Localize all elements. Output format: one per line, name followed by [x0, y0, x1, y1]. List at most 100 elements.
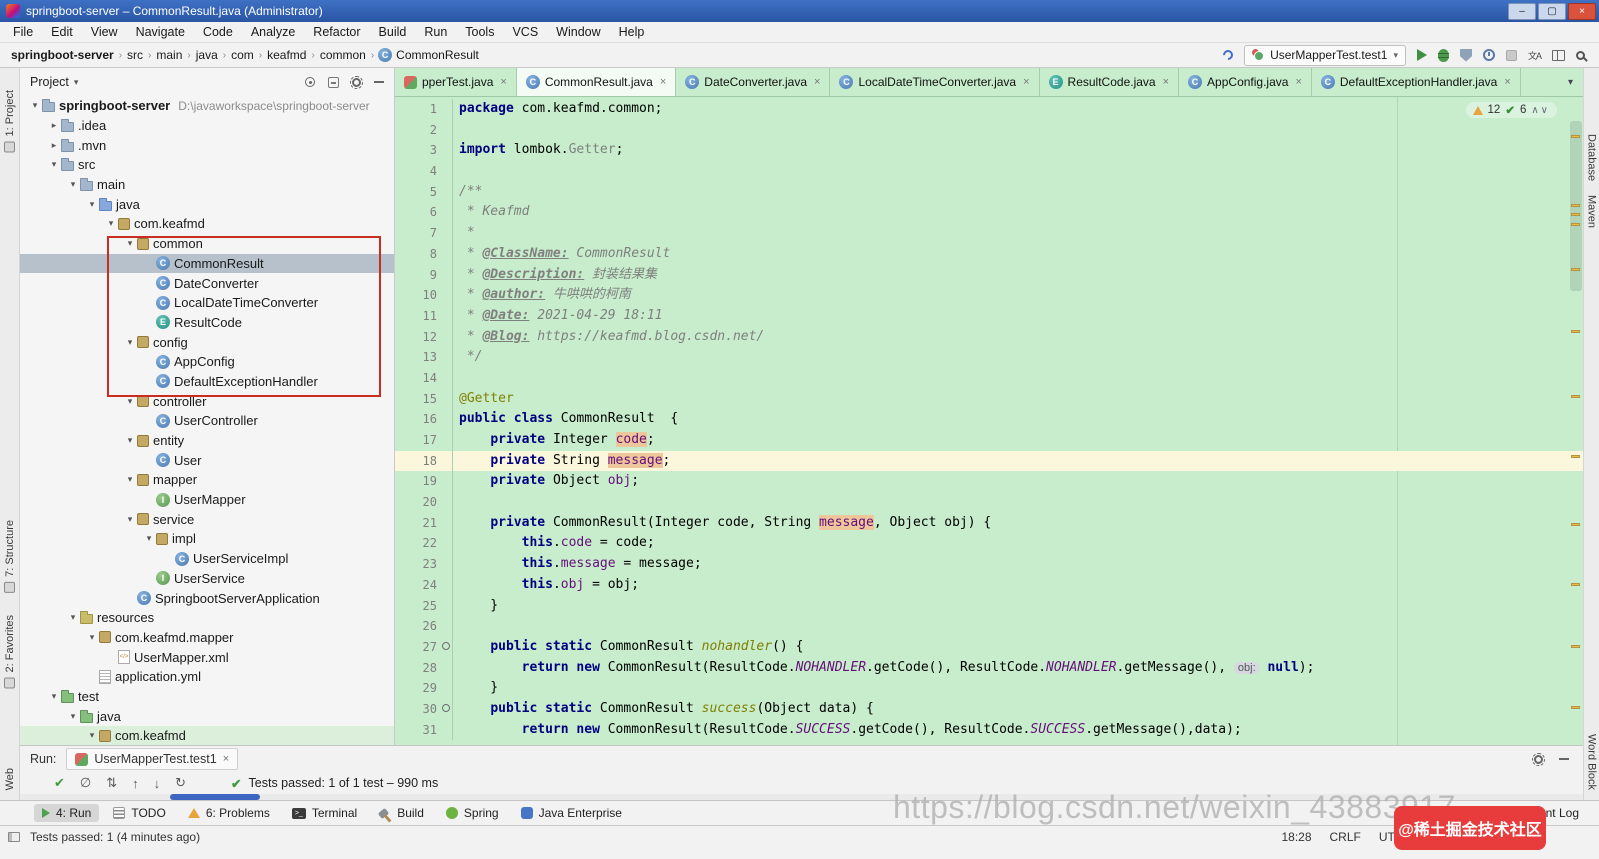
collapse-all-icon[interactable]	[328, 76, 339, 88]
warning-stripe-mark[interactable]	[1571, 330, 1580, 333]
breadcrumb-root[interactable]: springboot-server	[10, 48, 115, 62]
chevron-icon[interactable]: ▾	[123, 396, 137, 407]
warning-stripe-mark[interactable]	[1571, 583, 1580, 586]
chevron-icon[interactable]: ▾	[123, 514, 137, 525]
line-number[interactable]: 29	[395, 678, 453, 699]
line-number[interactable]: 2	[395, 119, 453, 141]
close-tab-icon[interactable]: ×	[1504, 76, 1510, 88]
search-everywhere-icon[interactable]	[1576, 50, 1585, 60]
line-number[interactable]: 1	[395, 99, 453, 120]
warning-stripe-mark[interactable]	[1571, 135, 1580, 138]
tree-item-impl[interactable]: ▾ impl	[20, 529, 394, 549]
breadcrumb-com[interactable]: com	[230, 48, 255, 62]
close-tab-icon[interactable]: ×	[1163, 76, 1169, 88]
toolwindow-button-structure[interactable]: 7: Structure	[4, 520, 16, 594]
project-panel-title[interactable]: Project ▾	[30, 75, 78, 89]
breadcrumb-common[interactable]: common	[319, 48, 367, 62]
run-button[interactable]	[1416, 49, 1427, 61]
code-line[interactable]: 5 /**	[395, 181, 1583, 203]
tree-item-com.keafmd[interactable]: ▾ com.keafmd	[20, 726, 394, 745]
tree-item-usercontroller[interactable]: C UserController	[20, 411, 394, 431]
warning-stripe-mark[interactable]	[1571, 395, 1580, 398]
gear-icon[interactable]	[350, 75, 363, 89]
code-line[interactable]: 3 import lombok.Getter;	[395, 140, 1583, 162]
breadcrumb-src[interactable]: src	[126, 48, 144, 62]
warning-stripe-mark[interactable]	[1571, 706, 1580, 709]
tree-item-defaultexceptionhandler[interactable]: C DefaultExceptionHandler	[20, 372, 394, 392]
line-number[interactable]: 20	[395, 492, 453, 513]
code-line[interactable]: 8 * @ClassName: CommonResult	[395, 243, 1583, 265]
menu-analyze[interactable]: Analyze	[242, 23, 304, 41]
chevron-icon[interactable]: ▾	[66, 179, 80, 190]
code-line[interactable]: 15 @Getter	[395, 388, 1583, 410]
line-number[interactable]: 18	[395, 450, 453, 472]
tree-item-service[interactable]: ▾ service	[20, 509, 394, 529]
code-line[interactable]: 24 this.obj = obj;	[395, 574, 1583, 596]
toolwindow-button-web[interactable]: Web	[4, 768, 16, 790]
line-number[interactable]: 19	[395, 471, 453, 493]
code-line[interactable]: 18 private String message;	[395, 450, 1583, 472]
hide-panel-icon[interactable]	[374, 81, 384, 83]
chevron-icon[interactable]: ▾	[66, 711, 80, 722]
tree-item-usermapper.xml[interactable]: </> UserMapper.xml	[20, 647, 394, 667]
tree-item-test[interactable]: ▾ test	[20, 687, 394, 707]
code-line[interactable]: 14	[395, 367, 1583, 389]
toolwindow-button-word-block[interactable]: Word Block	[1586, 734, 1598, 790]
profiler-button[interactable]	[1482, 49, 1495, 61]
rerun-icon[interactable]: ↻	[175, 775, 186, 791]
toolwindow-button-maven[interactable]: Maven	[1586, 195, 1598, 228]
toolwindow-button-terminal[interactable]: Terminal	[284, 804, 365, 822]
code-line[interactable]: 23 this.message = message;	[395, 554, 1583, 575]
line-separator-indicator[interactable]: CRLF	[1330, 830, 1361, 844]
line-number[interactable]: 4	[395, 161, 453, 182]
breadcrumb-java[interactable]: java	[195, 48, 219, 62]
line-number[interactable]: 13	[395, 347, 453, 368]
chevron-icon[interactable]: ▾	[123, 474, 137, 485]
tree-item-mapper[interactable]: ▾ mapper	[20, 470, 394, 490]
code-line[interactable]: 29 }	[395, 678, 1583, 699]
editor-tab-resultcode.java[interactable]: E ResultCode.java ×	[1040, 68, 1180, 96]
close-icon[interactable]: ×	[223, 753, 229, 765]
toolwindow-button-project[interactable]: 1: Project	[4, 90, 16, 153]
line-number[interactable]: 10	[395, 285, 453, 306]
run-settings-gear-icon[interactable]	[1532, 752, 1545, 766]
code-line[interactable]: 16 public class CommonResult {	[395, 409, 1583, 430]
menu-tools[interactable]: Tools	[456, 23, 503, 41]
close-button[interactable]: ×	[1568, 2, 1596, 20]
warning-stripe-mark[interactable]	[1571, 213, 1580, 216]
close-tab-icon[interactable]: ×	[660, 76, 666, 88]
tree-item-.idea[interactable]: ▸ .idea	[20, 116, 394, 136]
code-line[interactable]: 4	[395, 161, 1583, 182]
warning-stripe-mark[interactable]	[1571, 455, 1580, 458]
chevron-icon[interactable]: ▾	[66, 612, 80, 623]
tree-item-com.keafmd.mapper[interactable]: ▾ com.keafmd.mapper	[20, 628, 394, 648]
line-number[interactable]: 23	[395, 554, 453, 575]
code-line[interactable]: 17 private Integer code;	[395, 430, 1583, 451]
close-tab-icon[interactable]: ×	[1023, 76, 1029, 88]
next-test-icon[interactable]: ↓	[154, 776, 161, 791]
line-number[interactable]: 27	[395, 636, 453, 658]
breadcrumb-keafmd[interactable]: keafmd	[266, 48, 307, 62]
chevron-icon[interactable]: ▸	[47, 120, 61, 131]
toolwindow-button-spring[interactable]: Spring	[438, 804, 507, 822]
toolwindow-toggle-icon[interactable]	[8, 832, 20, 842]
tree-item-resultcode[interactable]: E ResultCode	[20, 313, 394, 333]
tree-item-java[interactable]: ▾ java	[20, 194, 394, 214]
tree-item-user[interactable]: C User	[20, 450, 394, 470]
tree-item-userserviceimpl[interactable]: C UserServiceImpl	[20, 549, 394, 569]
status-message[interactable]: Tests passed: 1 (4 minutes ago)	[30, 830, 200, 844]
tree-item-localdatetimeconverter[interactable]: C LocalDateTimeConverter	[20, 293, 394, 313]
code-line[interactable]: 9 * @Description: 封装结果集	[395, 264, 1583, 286]
menu-view[interactable]: View	[82, 23, 127, 41]
inspections-widget[interactable]: 12 ✔ 6 ∧∨	[1465, 102, 1557, 118]
tree-item-usermapper[interactable]: I UserMapper	[20, 490, 394, 510]
menu-navigate[interactable]: Navigate	[127, 23, 194, 41]
stop-button[interactable]	[1505, 49, 1517, 61]
tree-item-commonresult[interactable]: C CommonResult	[20, 253, 394, 274]
code-line[interactable]: 10 * @author: 牛哄哄的柯南	[395, 285, 1583, 306]
tree-item-appconfig[interactable]: C AppConfig	[20, 352, 394, 372]
tree-item-resources[interactable]: ▾ resources	[20, 608, 394, 628]
code-line[interactable]: 19 private Object obj;	[395, 471, 1583, 493]
previous-test-icon[interactable]: ↑	[132, 776, 139, 791]
method-gutter-icon[interactable]	[442, 703, 450, 712]
